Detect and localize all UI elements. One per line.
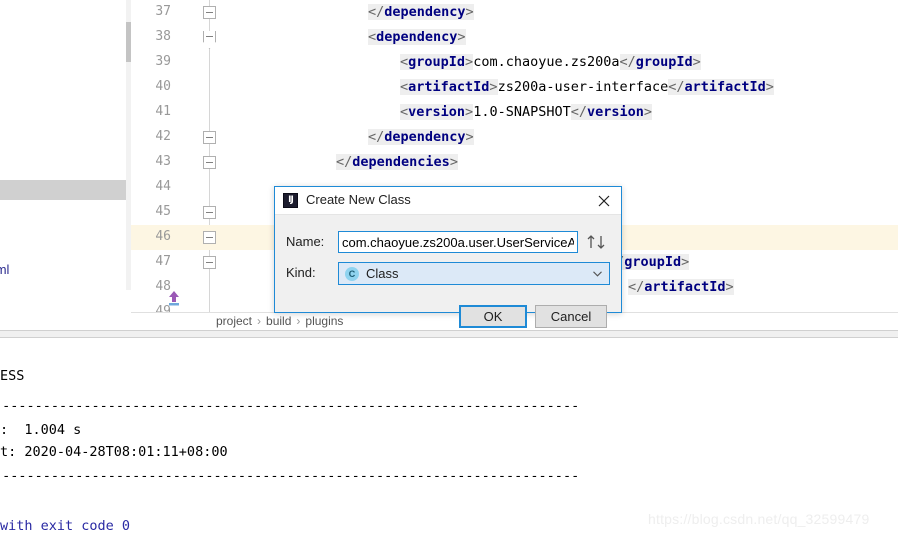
editor-gutter[interactable]: 37383940414243444546474849: [131, 0, 249, 319]
console-line: t: 2020-04-28T08:01:11+08:00: [0, 444, 228, 460]
line-number: 45: [155, 204, 171, 219]
kind-label: Kind:: [286, 265, 316, 280]
editor-line[interactable]: </dependencies>: [336, 150, 458, 175]
run-console-output[interactable]: ESS -------------------------------------…: [0, 338, 898, 540]
gutter-line[interactable]: 48: [131, 275, 248, 300]
dialog-title: Create New Class: [306, 192, 411, 207]
line-number: 42: [155, 129, 171, 144]
chevron-down-icon[interactable]: [593, 271, 602, 277]
xml-text: zs200a-user-interface: [497, 79, 669, 95]
xml-tag: </artifactId>: [668, 79, 774, 95]
kind-dropdown[interactable]: C Class: [338, 262, 610, 285]
fold-collapse-icon[interactable]: [203, 256, 216, 269]
name-input[interactable]: [338, 231, 578, 253]
kind-selected-value: Class: [366, 266, 399, 281]
name-label: Name:: [286, 234, 325, 249]
xml-text: 1.0-SNAPSHOT: [473, 104, 571, 120]
class-icon: C: [345, 267, 359, 281]
xml-tag: </artifactId>: [628, 279, 734, 295]
gutter-line[interactable]: 46: [131, 225, 248, 250]
console-line: ----------------------------------------…: [0, 398, 580, 414]
fold-collapse-icon[interactable]: [203, 231, 216, 244]
gutter-line[interactable]: 40: [131, 75, 248, 100]
line-number: 40: [155, 79, 171, 94]
breadcrumb-item-plugins[interactable]: plugins: [305, 314, 343, 328]
editor-line[interactable]: <version>1.0-SNAPSHOT</version>: [400, 100, 653, 125]
breadcrumb-item-project[interactable]: project: [216, 314, 252, 328]
create-new-class-dialog[interactable]: IJ Create New Class Name: com.chaoyue.zs…: [274, 186, 622, 328]
console-line: ESS: [0, 368, 25, 384]
line-number: 46: [155, 229, 171, 244]
name-row: Name:: [275, 231, 621, 255]
gutter-line[interactable]: 37: [131, 0, 248, 25]
fold-collapse-icon[interactable]: [203, 156, 216, 169]
tool-window-divider[interactable]: [0, 330, 898, 338]
project-tree-item-iml[interactable]: e.iml: [0, 262, 9, 277]
project-tree-selected-row[interactable]: [0, 180, 128, 200]
project-tool-window[interactable]: e.iml: [0, 0, 132, 312]
line-number: 43: [155, 154, 171, 169]
line-number: 47: [155, 254, 171, 269]
editor-line[interactable]: <artifactId>zs200a-user-interface</artif…: [400, 75, 774, 100]
breadcrumb-item-build[interactable]: build: [266, 314, 291, 328]
console-line: ----------------------------------------…: [0, 468, 580, 484]
gutter-line[interactable]: 45: [131, 200, 248, 225]
editor-line[interactable]: </artifactId>: [628, 275, 734, 300]
line-number: 39: [155, 54, 171, 69]
gutter-line[interactable]: 38: [131, 25, 248, 50]
line-number: 41: [155, 104, 171, 119]
gutter-line[interactable]: 42: [131, 125, 248, 150]
watermark-text: https://blog.csdn.net/qq_32599479: [648, 511, 870, 527]
gutter-line[interactable]: 39: [131, 50, 248, 75]
kind-row: Kind: C Class: [275, 262, 621, 286]
console-line: with exit code 0: [0, 518, 131, 534]
xml-tag: <version>: [400, 104, 474, 120]
line-number: 48: [155, 279, 171, 294]
xml-tag: <dependency>: [368, 29, 466, 45]
xml-text: com.chaoyue.zs200a: [473, 54, 620, 70]
gutter-line[interactable]: 44: [131, 175, 248, 200]
xml-tag: <artifactId>: [400, 79, 498, 95]
editor-line[interactable]: </dependency>: [368, 125, 474, 150]
xml-tag: <groupId>: [400, 54, 474, 70]
xml-tag: </dependency>: [368, 129, 474, 145]
fold-collapse-icon[interactable]: [203, 6, 216, 19]
breadcrumb-separator: ›: [257, 314, 262, 328]
intellij-logo-icon: IJ: [283, 193, 298, 208]
xml-tag: </dependencies>: [336, 154, 458, 170]
line-number: 38: [155, 29, 171, 44]
gutter-line[interactable]: 41: [131, 100, 248, 125]
close-icon[interactable]: [593, 191, 615, 211]
gutter-line[interactable]: 47: [131, 250, 248, 275]
cancel-button[interactable]: Cancel: [535, 305, 607, 328]
xml-tag: </version>: [570, 104, 653, 120]
fold-collapse-icon[interactable]: [203, 131, 216, 144]
xml-tag: </dependency>: [368, 4, 474, 20]
fold-collapse-icon[interactable]: [203, 206, 216, 219]
up-down-arrows-icon[interactable]: [586, 232, 610, 252]
breadcrumb-separator: ›: [296, 314, 301, 328]
line-number: 37: [155, 4, 171, 19]
dialog-title-bar: IJ Create New Class: [275, 187, 621, 215]
breadcrumb[interactable]: project › build › plugins: [216, 314, 343, 328]
gutter-line[interactable]: 43: [131, 150, 248, 175]
console-line: : 1.004 s: [0, 422, 82, 438]
editor-line[interactable]: </dependency>: [368, 0, 474, 25]
line-number: 44: [155, 179, 171, 194]
dialog-body: Name: Kind: C Class: [275, 215, 621, 328]
ok-button[interactable]: OK: [459, 305, 527, 328]
editor-line[interactable]: <dependency>: [368, 25, 466, 50]
ide-window: e.iml 37383940414243444546474849 </depen…: [0, 0, 898, 540]
editor-line[interactable]: <groupId>com.chaoyue.zs200a</groupId>: [400, 50, 701, 75]
xml-tag: </groupId>: [619, 54, 701, 70]
